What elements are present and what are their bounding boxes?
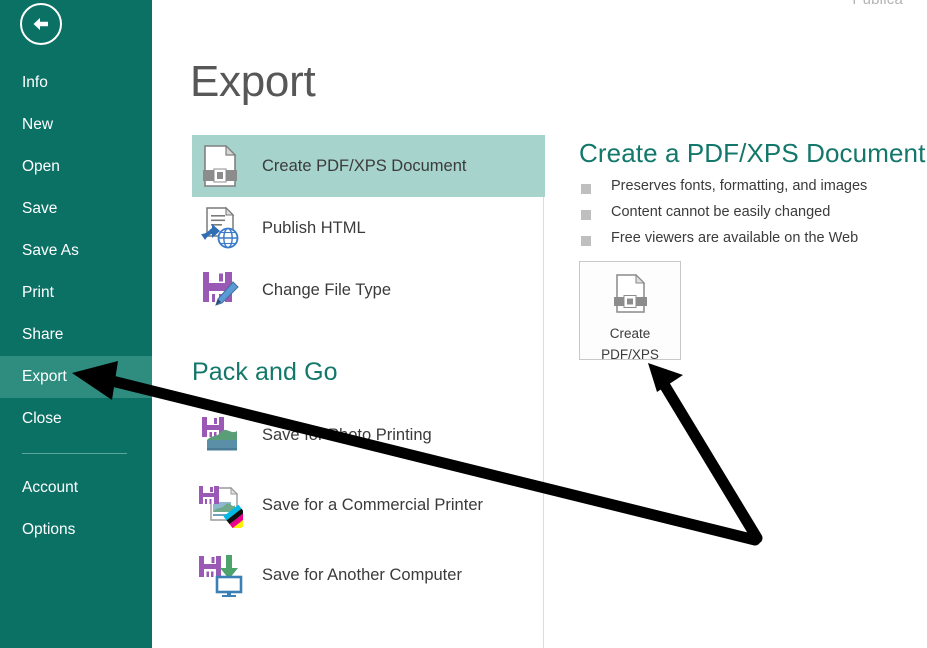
option-label: Save for Photo Printing	[262, 425, 432, 444]
back-button[interactable]	[20, 3, 62, 45]
sidebar-item-share[interactable]: Share	[0, 314, 152, 356]
option-save-for-photo-printing[interactable]: Save for Photo Printing	[192, 400, 545, 470]
backstage-sidebar: Info New Open Save Save As Print Share E…	[0, 0, 152, 648]
option-label: Save for a Commercial Printer	[262, 495, 483, 514]
bullet-text: Content cannot be easily changed	[611, 204, 831, 220]
sidebar-item-save-as[interactable]: Save As	[0, 230, 152, 272]
page-title: Export	[190, 57, 316, 106]
bullet-item: Content cannot be easily changed	[581, 204, 867, 230]
another-computer-icon	[192, 553, 248, 597]
pdf-document-icon	[192, 145, 248, 187]
pdf-document-icon	[612, 273, 648, 321]
arrow-to-create-pdf-button	[648, 363, 763, 544]
right-panel-bullets: Preserves fonts, formatting, and images …	[581, 178, 867, 256]
sidebar-item-close[interactable]: Close	[0, 398, 152, 440]
bullet-item: Preserves fonts, formatting, and images	[581, 178, 867, 204]
create-pdf-xps-button-label-line2: PDF/XPS	[601, 347, 659, 362]
sidebar-item-options[interactable]: Options	[0, 509, 152, 551]
export-options-list: Create PDF/XPS Document Publish HTML Cha…	[192, 135, 545, 321]
sidebar-nav: Info New Open Save Save As Print Share E…	[0, 62, 152, 551]
option-create-pdf-xps-document[interactable]: Create PDF/XPS Document	[192, 135, 545, 197]
bullet-square-icon	[581, 210, 591, 220]
back-arrow-icon	[30, 15, 52, 33]
bullet-text: Preserves fonts, formatting, and images	[611, 178, 868, 194]
option-label: Create PDF/XPS Document	[262, 156, 467, 175]
sidebar-item-open[interactable]: Open	[0, 146, 152, 188]
bullet-item: Free viewers are available on the Web	[581, 230, 867, 256]
export-backstage-screen: Publica Info New Open Save Save As Print…	[0, 0, 927, 648]
sidebar-item-new[interactable]: New	[0, 104, 152, 146]
bullet-square-icon	[581, 184, 591, 194]
option-publish-html[interactable]: Publish HTML	[192, 197, 545, 259]
create-pdf-xps-button[interactable]: Create PDF/XPS	[579, 261, 681, 362]
bullet-square-icon	[581, 236, 591, 246]
option-change-file-type[interactable]: Change File Type	[192, 259, 545, 321]
publish-html-icon	[192, 206, 248, 250]
photo-printing-icon	[192, 413, 248, 457]
sidebar-item-export[interactable]: Export	[0, 356, 152, 398]
section-heading-pack-and-go: Pack and Go	[192, 358, 338, 386]
bullet-text: Free viewers are available on the Web	[611, 230, 859, 246]
sidebar-item-info[interactable]: Info	[0, 62, 152, 104]
option-save-for-commercial-printer[interactable]: Save for a Commercial Printer	[192, 470, 545, 540]
option-label: Change File Type	[262, 280, 392, 299]
option-label: Save for Another Computer	[262, 565, 462, 584]
sidebar-divider	[22, 453, 127, 454]
sidebar-item-account[interactable]: Account	[0, 467, 152, 509]
option-save-for-another-computer[interactable]: Save for Another Computer	[192, 540, 545, 610]
change-file-type-icon	[192, 269, 248, 311]
option-label: Publish HTML	[262, 218, 366, 237]
commercial-printer-icon	[192, 482, 248, 528]
pack-and-go-options-list: Save for Photo Printing Save for a Comme…	[192, 400, 545, 610]
sidebar-item-save[interactable]: Save	[0, 188, 152, 230]
window-title-partial: Publica	[852, 0, 903, 8]
right-panel-title: Create a PDF/XPS Document	[579, 138, 926, 168]
sidebar-item-print[interactable]: Print	[0, 272, 152, 314]
create-pdf-xps-button-label-line1: Create	[609, 326, 651, 341]
